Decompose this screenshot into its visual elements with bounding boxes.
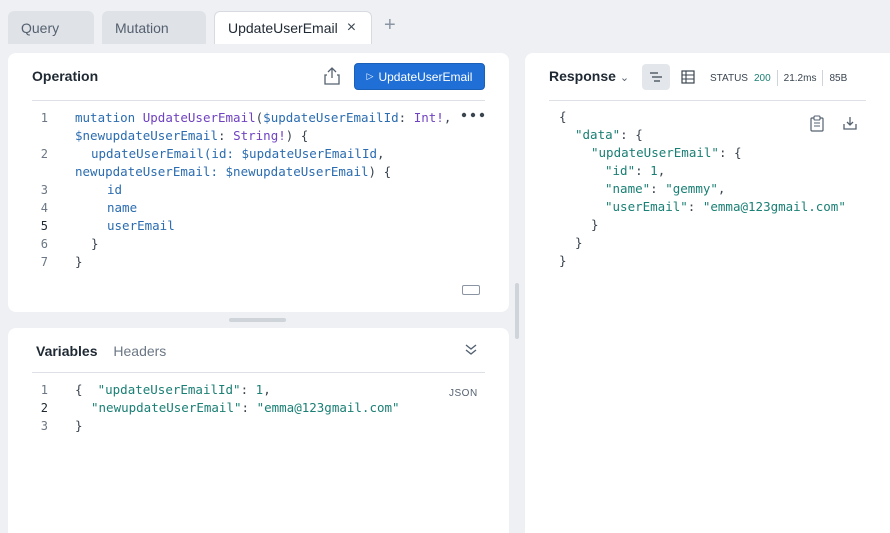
more-icon[interactable] [459, 111, 493, 119]
run-operation-button[interactable]: ▷ UpdateUserEmail [354, 63, 485, 90]
tab-label: UpdateUserEmail [228, 20, 338, 36]
response-panel: Response ⌄ STATUS 200 21.2ms 85B { "data"… [525, 53, 890, 533]
share-icon[interactable] [324, 67, 340, 85]
line-number: 2 [40, 401, 48, 415]
field-name: updateUserEmail [91, 146, 204, 161]
variable: $newupdateUserEmail [75, 128, 218, 143]
punctuation: : [218, 128, 234, 143]
panel-resize-handle[interactable] [229, 318, 286, 322]
status-code: 200 [753, 72, 771, 84]
formatted-view-button[interactable] [642, 64, 670, 90]
line-number: 6 [40, 237, 48, 251]
json-key: "updateUserEmailId" [97, 382, 241, 397]
table-view-button[interactable] [674, 64, 702, 90]
close-icon[interactable]: × [347, 19, 356, 37]
field-name: name [107, 200, 138, 215]
tab-update-user-email[interactable]: UpdateUserEmail × [214, 11, 372, 44]
tab-variables[interactable]: Variables [36, 343, 98, 359]
play-icon: ▷ [366, 71, 374, 81]
tab-bar: Query Mutation UpdateUserEmail × + [0, 0, 890, 44]
run-button-label: UpdateUserEmail [378, 69, 473, 84]
line-number: 5 [40, 219, 48, 233]
line-number [28, 127, 48, 145]
tab-label: Query [21, 19, 60, 36]
line-number: 7 [40, 255, 48, 269]
divider [32, 372, 485, 373]
keyboard-icon[interactable] [462, 285, 480, 295]
line-number: 1 [40, 111, 48, 125]
line-number: 3 [40, 183, 48, 197]
punctuation: , [443, 110, 452, 125]
json-key: "data" [575, 127, 621, 142]
json-key: "updateUserEmail" [591, 145, 719, 160]
json-key: "id" [605, 163, 636, 178]
keyword: mutation [75, 110, 136, 125]
json-key: "userEmail" [605, 199, 688, 214]
status-label: STATUS [710, 72, 748, 84]
operation-panel: Operation ▷ UpdateUserEmail 1 2 3 4 5 6 … [8, 53, 509, 312]
json-label: JSON [449, 388, 478, 399]
line-numbers: 1 2 3 4 5 6 7 [28, 109, 48, 271]
operation-title: Operation [32, 68, 99, 84]
field-user-email: userEmail [107, 218, 175, 233]
json-key: "newupdateUserEmail" [91, 400, 242, 415]
response-title[interactable]: Response ⌄ [549, 68, 629, 84]
punctuation: } [75, 254, 83, 269]
tab-query[interactable]: Query [8, 11, 94, 44]
argument: newupdateUserEmail: [75, 164, 226, 179]
type: String! [233, 128, 286, 143]
response-label: Response [549, 68, 616, 84]
variables-editor[interactable]: { "updateUserEmailId": 1, "newupdateUser… [75, 381, 400, 435]
punctuation: } [75, 418, 83, 433]
variable: $updateUserEmailId [263, 110, 399, 125]
chevron-double-down-icon[interactable] [464, 342, 478, 356]
operation-name: UpdateUserEmail [142, 110, 256, 125]
chevron-down-icon: ⌄ [619, 72, 630, 84]
json-key: "name" [605, 181, 651, 196]
response-time: 21.2ms [783, 72, 817, 84]
line-number: 1 [40, 383, 48, 397]
response-viewer: { "data": { "updateUserEmail": { "id": 1… [559, 109, 846, 268]
line-number: 4 [40, 201, 48, 215]
argument: (id: [203, 146, 242, 161]
punctuation: ) { [285, 128, 309, 143]
table-icon [681, 70, 695, 84]
punctuation: } [91, 236, 99, 251]
vertical-resize-handle[interactable] [515, 283, 519, 339]
line-number [28, 163, 48, 181]
response-size: 85B [829, 72, 848, 84]
divider [549, 100, 866, 101]
field-id: id [107, 182, 123, 197]
variable: $updateUserEmailId [241, 146, 377, 161]
variables-panel: Variables Headers JSON 1 2 3 { "updateUs… [8, 328, 509, 533]
line-numbers: 1 2 3 [28, 381, 48, 435]
json-value: 1 [650, 163, 658, 178]
punctuation: { [75, 382, 83, 397]
line-number: 3 [40, 419, 48, 433]
punctuation: , [377, 146, 385, 161]
variable: $newupdateUserEmail [225, 164, 369, 179]
json-value: "gemmy" [665, 181, 718, 196]
tab-headers[interactable]: Headers [113, 343, 166, 359]
tab-mutation[interactable]: Mutation [102, 11, 206, 44]
punctuation: : [398, 110, 414, 125]
json-value: "emma@123gmail.com" [702, 199, 846, 214]
operation-editor[interactable]: mutation UpdateUserEmail($updateUserEmai… [75, 109, 490, 271]
response-status: STATUS 200 21.2ms 85B [710, 70, 847, 86]
list-icon [650, 72, 662, 82]
divider [32, 100, 485, 101]
tab-label: Mutation [115, 19, 169, 36]
json-value: "emma@123gmail.com" [256, 400, 400, 415]
variables-tabs: Variables Headers [36, 343, 166, 359]
add-tab-icon[interactable]: + [384, 14, 396, 37]
line-number: 2 [40, 147, 48, 161]
punctuation: ) { [368, 164, 392, 179]
type: Int! [413, 110, 444, 125]
